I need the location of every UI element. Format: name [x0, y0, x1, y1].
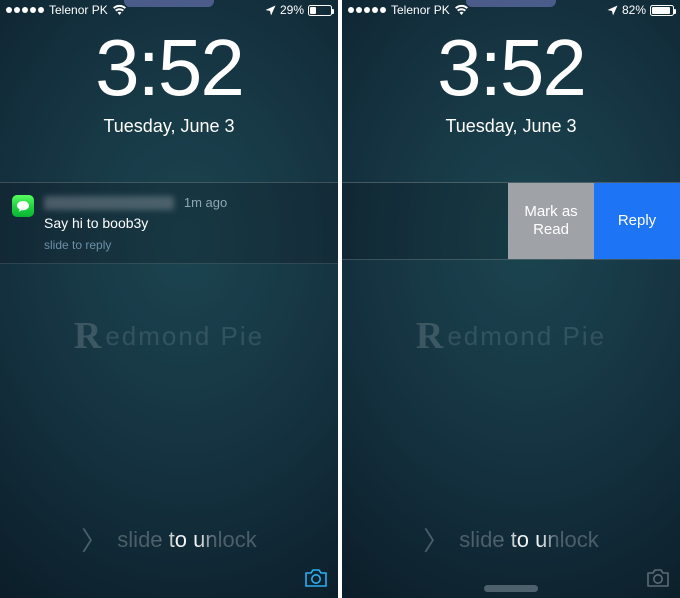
notification-body: Say hi to boob3y [44, 214, 227, 233]
chevron-right-icon: 〉 [423, 521, 449, 558]
clock: 3:52 Tuesday, June 3 [342, 28, 680, 137]
wifi-icon [454, 4, 469, 16]
notification-swipe-actions: Mark as Read Reply [342, 182, 680, 260]
signal-strength-icon [6, 7, 44, 13]
watermark: R edmond Pie [342, 314, 680, 358]
lockscreen-right: Telenor PK 82% 3:52 Tuesday, June 3 Mark… [342, 0, 680, 598]
watermark-initial: R [74, 314, 102, 358]
carrier-label: Telenor PK [391, 3, 450, 17]
slide-to-unlock[interactable]: 〉 slide to unlock [0, 521, 338, 558]
chevron-right-icon: 〉 [81, 521, 107, 558]
time-label: 3:52 [342, 28, 680, 108]
location-icon [265, 5, 276, 16]
watermark-rest: edmond Pie [105, 321, 264, 352]
notification-timestamp: 1m ago [184, 195, 227, 210]
lockscreen-left: Telenor PK 29% 3:52 Tuesday, June 3 1m a… [0, 0, 338, 598]
swipe-spacer [342, 183, 508, 259]
watermark: R edmond Pie [0, 314, 338, 358]
grabber-icon[interactable] [484, 585, 538, 592]
date-label: Tuesday, June 3 [0, 116, 338, 137]
battery-icon [650, 5, 674, 16]
watermark-rest: edmond Pie [447, 321, 606, 352]
notification-sender-blurred [44, 196, 174, 210]
notification-hint: slide to reply [44, 237, 227, 253]
battery-icon [308, 5, 332, 16]
camera-icon[interactable] [304, 568, 328, 588]
camera-icon[interactable] [646, 568, 670, 588]
date-label: Tuesday, June 3 [342, 116, 680, 137]
slide-to-unlock[interactable]: 〉 slide to unlock [342, 521, 680, 558]
battery-percent: 82% [622, 3, 646, 17]
unlock-label: slide to unlock [117, 527, 256, 553]
location-icon [607, 5, 618, 16]
unlock-label: slide to unlock [459, 527, 598, 553]
status-bar: Telenor PK 82% [342, 0, 680, 20]
notification[interactable]: 1m ago Say hi to boob3y slide to reply [0, 182, 338, 264]
status-bar: Telenor PK 29% [0, 0, 338, 20]
clock: 3:52 Tuesday, June 3 [0, 28, 338, 137]
mark-as-read-button[interactable]: Mark as Read [508, 183, 594, 259]
wifi-icon [112, 4, 127, 16]
reply-button[interactable]: Reply [594, 183, 680, 259]
signal-strength-icon [348, 7, 386, 13]
watermark-initial: R [416, 314, 444, 358]
notification-text: 1m ago Say hi to boob3y slide to reply [44, 193, 227, 253]
carrier-label: Telenor PK [49, 3, 108, 17]
time-label: 3:52 [0, 28, 338, 108]
battery-percent: 29% [280, 3, 304, 17]
messages-icon [12, 195, 34, 217]
